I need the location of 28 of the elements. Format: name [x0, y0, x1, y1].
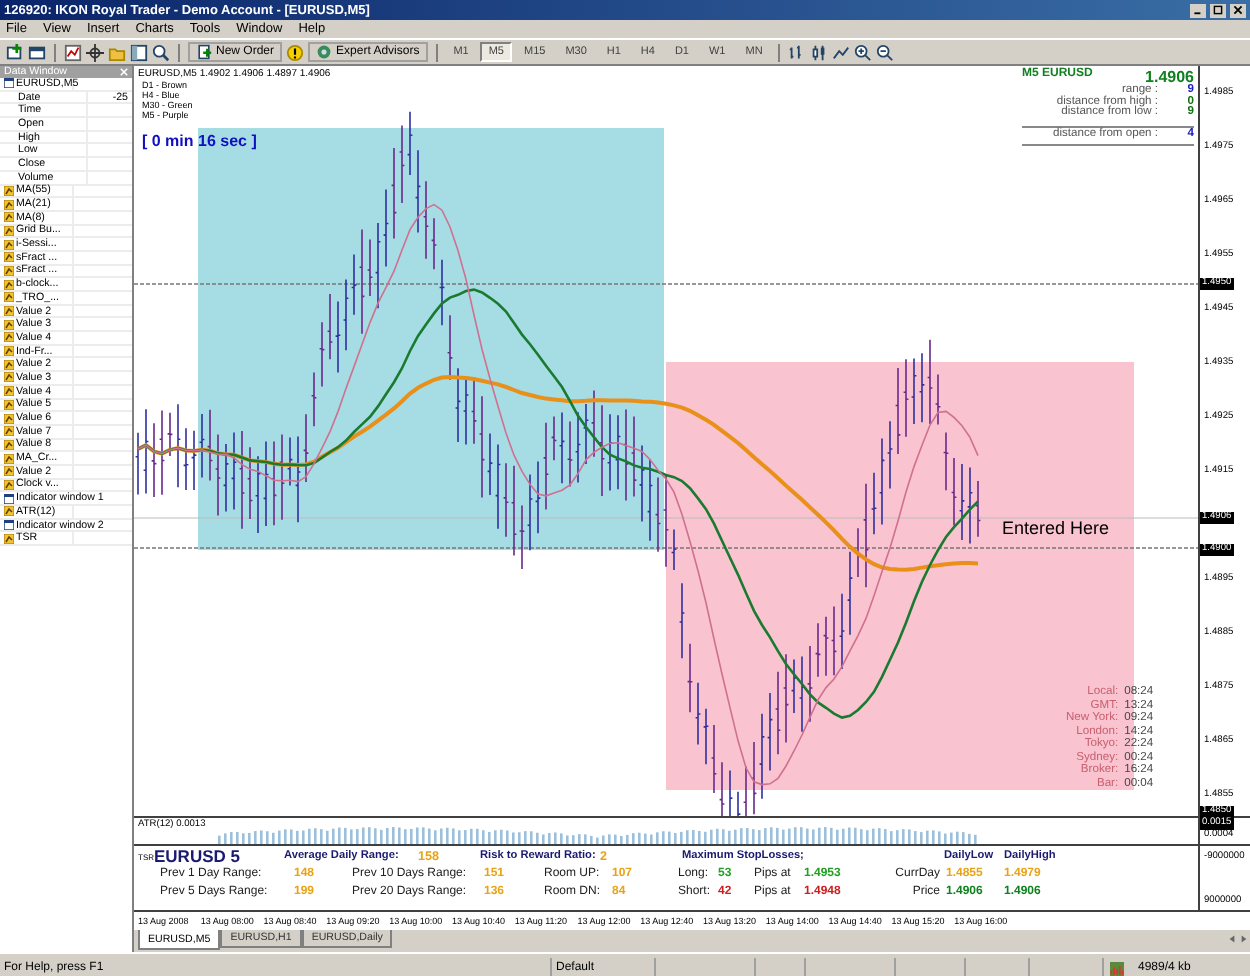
gear-icon [316, 44, 333, 60]
candlestick-icon[interactable] [810, 43, 829, 61]
timer-text: [ 0 min 16 sec ] [142, 132, 257, 150]
magnifier-icon[interactable] [152, 43, 170, 61]
indicator-icon [4, 533, 14, 544]
line-chart-icon[interactable] [832, 43, 851, 61]
window-icon[interactable] [130, 43, 148, 61]
document-plus-icon [196, 44, 212, 60]
window-icon[interactable] [28, 43, 46, 61]
indicator-icon [4, 506, 14, 517]
close-icon [1232, 4, 1244, 16]
close-icon[interactable] [120, 68, 128, 76]
zoom-out-icon[interactable] [876, 43, 895, 61]
minimize-button[interactable] [1190, 3, 1206, 17]
chart-note: Entered Here [1002, 518, 1110, 538]
price-value: 1.4906 [1145, 68, 1194, 86]
crosshair-icon[interactable] [86, 43, 104, 61]
maximize-icon [1212, 4, 1224, 16]
chart-icon[interactable] [64, 43, 82, 61]
maximize-button[interactable] [1210, 3, 1226, 17]
connection-icon [1108, 961, 1126, 975]
close-button[interactable] [1230, 3, 1246, 17]
warning-icon[interactable] [286, 43, 305, 61]
panel-title: EURUSD 5 [154, 848, 240, 867]
chart-plus-icon[interactable] [6, 43, 24, 61]
indicator-icon [4, 185, 14, 196]
zoom-in-icon[interactable] [854, 43, 873, 61]
bar-chart-icon[interactable] [788, 43, 807, 61]
